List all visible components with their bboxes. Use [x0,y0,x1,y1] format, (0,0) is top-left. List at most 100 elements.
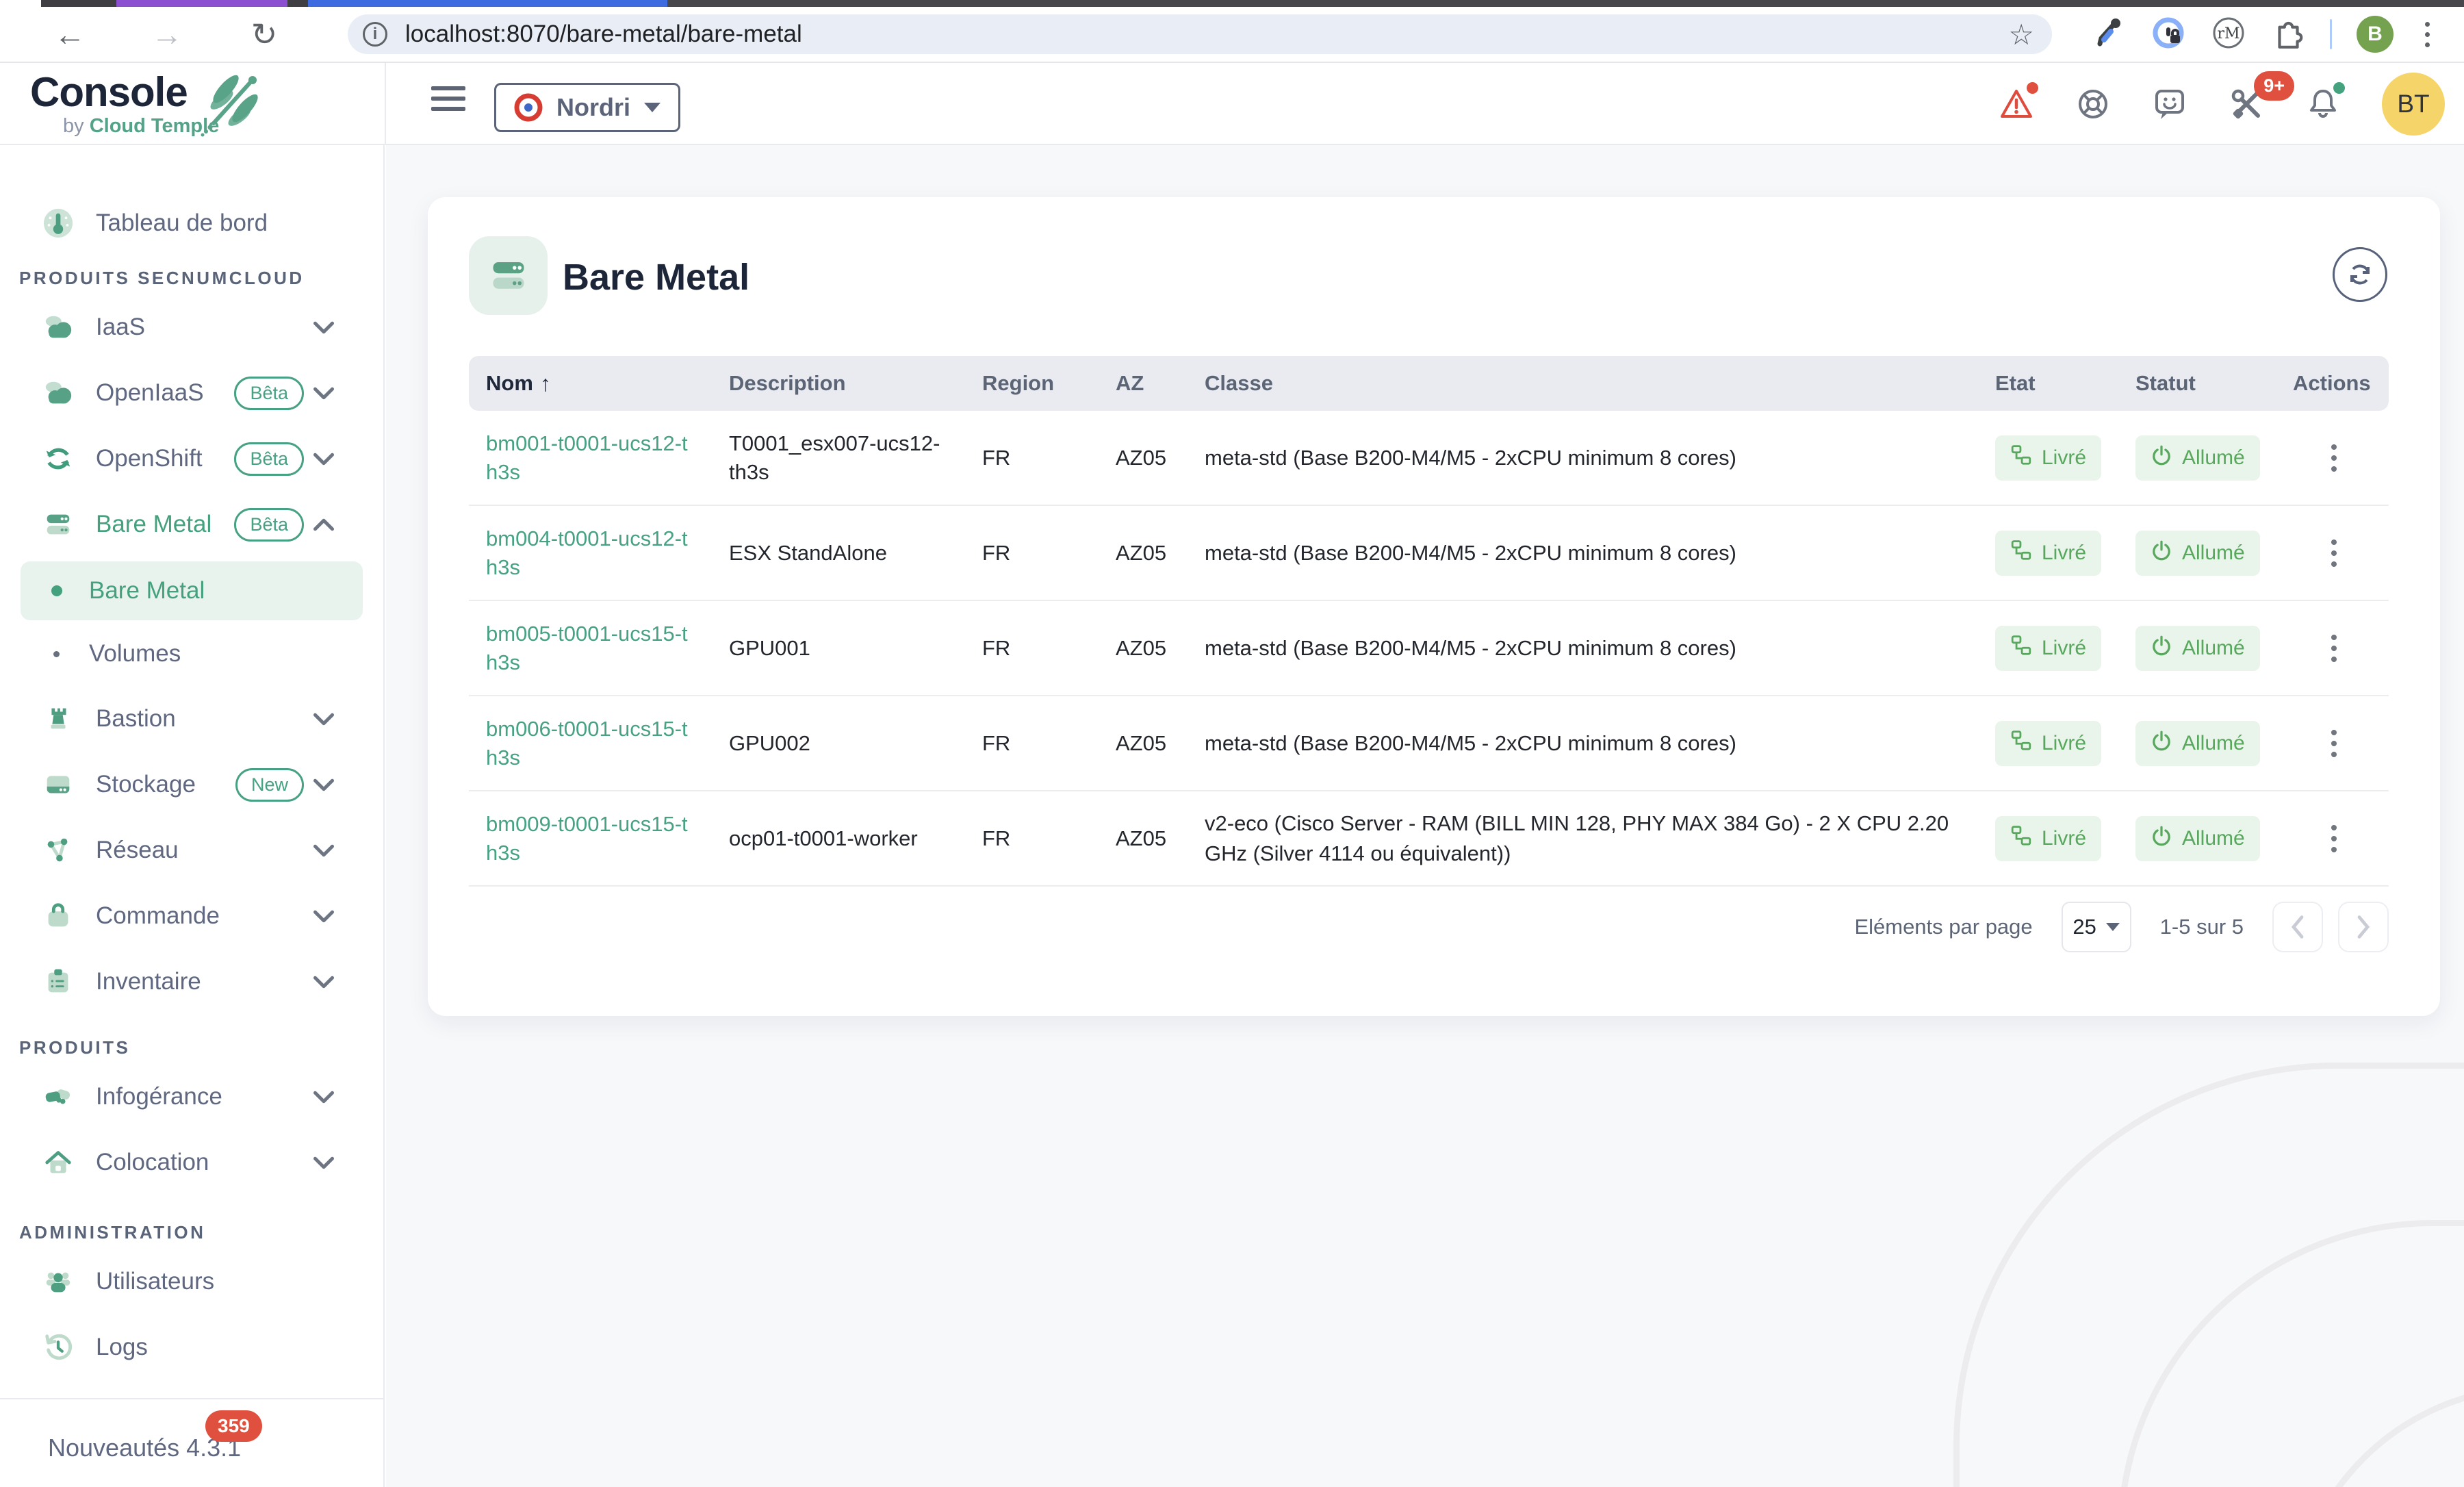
sidebar-item-reseau[interactable]: Réseau [0,817,383,883]
power-icon [2151,539,2172,567]
column-header-region[interactable]: Region [982,371,1116,396]
tenant-selector[interactable]: Nordri [494,83,680,132]
row-actions-menu-icon[interactable] [2320,819,2348,858]
cell-etat: Livré [1995,435,2135,481]
cell-az: AZ05 [1116,446,1205,470]
cell-classe: meta-std (Base B200-M4/M5 - 2xCPU minimu… [1205,728,1995,759]
back-button[interactable]: ← [49,16,90,53]
cell-description: ocp01-t0001-worker [729,824,941,853]
row-actions-menu-icon[interactable] [2320,629,2348,668]
cell-az: AZ05 [1116,731,1205,756]
sidebar-item-label: IaaS [96,314,145,341]
address-bar[interactable]: i localhost:8070/bare-metal/bare-metal ☆ [348,14,2052,54]
delivered-icon [2010,444,2032,472]
sidebar-item-bastion[interactable]: Bastion [0,686,383,752]
sidebar-toggle-icon[interactable] [431,86,465,117]
sidebar-item-openshift[interactable]: OpenShiftBêta [0,426,383,492]
feedback-chat-icon [2153,87,2187,121]
eyedropper-extension-icon[interactable] [2093,16,2126,53]
column-header-nom[interactable]: Nom↑ [486,371,729,396]
storage-icon [42,769,74,800]
sidebar-subitem-bare-metal[interactable]: Bare Metal [21,561,363,620]
cell-statut: Allumé [2135,626,2293,671]
sidebar-subitem-volumes[interactable]: Volumes [21,624,363,683]
cell-az: AZ05 [1116,826,1205,851]
app-header: Console by Cloud Temple Nordri [0,63,2464,145]
chevron-right-icon [2354,915,2372,939]
column-header-actions[interactable]: Actions [2293,371,2389,396]
cell-actions [2293,629,2389,668]
openshift-icon [42,443,74,474]
tenant-label: Nordri [556,93,630,122]
chevron-down-icon [313,453,334,466]
server-name-link[interactable]: bm001-t0001-ucs12-th3s [486,429,698,487]
badge-pill: Bêta [234,508,304,542]
sidebar-item-label: Utilisateurs [96,1268,214,1295]
server-name-link[interactable]: bm004-t0001-ucs12-th3s [486,524,698,582]
tab-segment [41,0,116,7]
bookmark-star-icon[interactable]: ☆ [2008,18,2034,51]
refresh-button[interactable] [2333,247,2387,302]
browser-profile-avatar[interactable]: B [2357,16,2394,53]
notifications-button[interactable] [2305,86,2341,122]
server-name-link[interactable]: bm005-t0001-ucs15-th3s [486,620,698,677]
prev-page-button[interactable] [2272,902,2323,952]
row-actions-menu-icon[interactable] [2320,724,2348,763]
sidebar-item-stockage[interactable]: StockageNew [0,752,383,817]
feedback-button[interactable] [2152,86,2187,122]
column-header-description[interactable]: Description [729,371,982,396]
network-icon [42,835,74,866]
cell-az: AZ05 [1116,636,1205,661]
sidebar-item-tableau-de-bord[interactable]: Tableau de bord [0,190,383,256]
cell-etat: Livré [1995,816,2135,861]
sidebar-item-infogerance[interactable]: Infogérance [0,1064,383,1130]
sidebar-section-administration: ADMINISTRATION [19,1216,383,1249]
tools-button[interactable]: 9+ [2229,86,2264,122]
cell-nom: bm004-t0001-ucs12-th3s [486,524,729,582]
row-actions-menu-icon[interactable] [2320,439,2348,477]
page-size-select[interactable]: 25 [2062,902,2131,952]
sidebar-item-bare-metal[interactable]: Bare MetalBêta [0,492,383,557]
sidebar-item-openiaas[interactable]: OpenIaaSBêta [0,360,383,426]
refresh-icon [2346,261,2374,288]
alerts-button[interactable] [1999,86,2034,122]
forward-button[interactable]: → [146,16,188,53]
chevron-down-icon [313,910,334,923]
server-name-link[interactable]: bm009-t0001-ucs15-th3s [486,810,698,867]
sidebar-item-logs[interactable]: Logs [0,1314,383,1380]
sidebar-footer[interactable]: Nouveautés 4.3.1 359 [0,1398,383,1487]
power-icon [2151,730,2172,757]
etat-badge: Livré [1995,531,2101,576]
server-icon [42,509,74,540]
cell-region: FR [982,541,1116,565]
sidebar-nav: Tableau de bordPRODUITS SECNUMCLOUDIaaSO… [0,145,383,1380]
reload-button[interactable]: ↻ [244,16,285,53]
rm-extension-icon[interactable]: rM [2211,15,2246,54]
support-button[interactable] [2075,86,2111,122]
cell-region: FR [982,731,1116,756]
column-header-classe[interactable]: Classe [1205,371,1995,396]
history-icon [42,1332,74,1363]
column-header-statut[interactable]: Statut [2135,371,2293,396]
whats-new-count-badge: 359 [205,1410,262,1442]
chevron-down-icon [313,1091,334,1104]
extensions-puzzle-icon[interactable] [2271,16,2305,53]
browser-menu-icon[interactable] [2418,18,2437,51]
sidebar-item-iaas[interactable]: IaaS [0,294,383,360]
cell-etat: Livré [1995,531,2135,576]
bare-metal-card: Bare Metal Nom↑DescriptionRegionAZClasse… [428,197,2440,1016]
etat-badge: Livré [1995,626,2101,671]
column-header-etat[interactable]: Etat [1995,371,2135,396]
site-info-icon[interactable]: i [363,22,387,47]
next-page-button[interactable] [2338,902,2389,952]
sidebar-item-colocation[interactable]: Colocation [0,1130,383,1195]
server-name-link[interactable]: bm006-t0001-ucs15-th3s [486,715,698,772]
column-header-az[interactable]: AZ [1116,371,1205,396]
user-avatar[interactable]: BT [2382,73,2445,136]
password-manager-extension-icon[interactable] [2151,15,2186,54]
sidebar-item-utilisateurs[interactable]: Utilisateurs [0,1249,383,1314]
sidebar-item-commande[interactable]: Commande [0,883,383,949]
cell-classe: meta-std (Base B200-M4/M5 - 2xCPU minimu… [1205,538,1995,568]
row-actions-menu-icon[interactable] [2320,534,2348,572]
sidebar-item-inventaire[interactable]: Inventaire [0,949,383,1015]
